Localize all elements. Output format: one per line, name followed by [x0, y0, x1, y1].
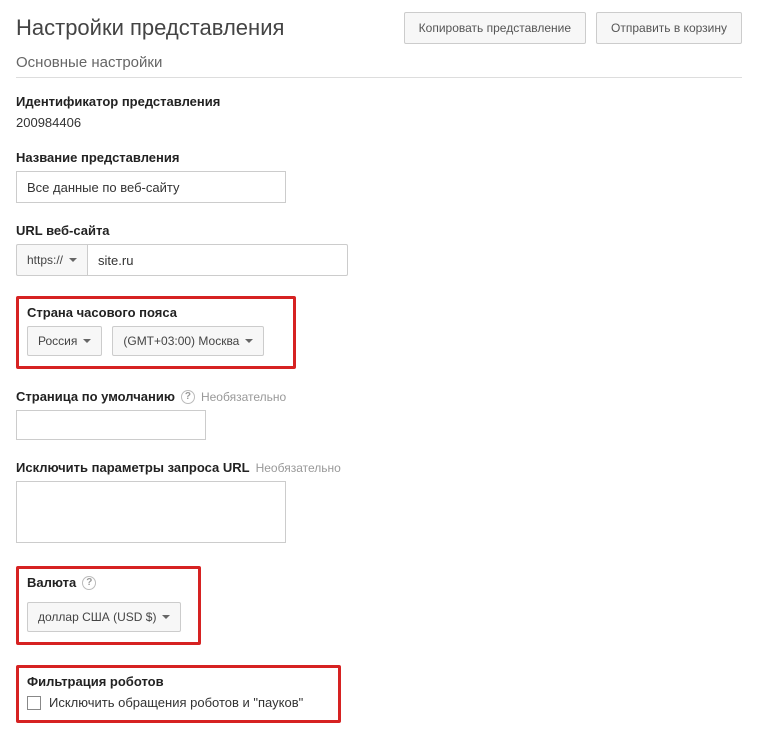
- timezone-dropdown[interactable]: (GMT+03:00) Москва: [112, 326, 264, 356]
- field-default-page: Страница по умолчанию ? Необязательно: [16, 389, 742, 440]
- input-view-name[interactable]: [16, 171, 286, 203]
- help-icon[interactable]: ?: [82, 576, 96, 590]
- field-exclude-params: Исключить параметры запроса URL Необязат…: [16, 460, 742, 546]
- robots-checkbox[interactable]: [27, 696, 41, 710]
- field-view-id: Идентификатор представления 200984406: [16, 94, 742, 130]
- field-timezone: Страна часового пояса Россия (GMT+03:00)…: [16, 296, 742, 369]
- field-website-url: URL веб-сайта https://: [16, 223, 742, 276]
- page-title: Настройки представления: [16, 15, 284, 41]
- highlight-robots: Фильтрация роботов Исключить обращения р…: [16, 665, 341, 723]
- chevron-down-icon: [69, 258, 77, 262]
- field-currency: Валюта ? доллар США (USD $): [16, 566, 742, 645]
- highlight-currency: Валюта ? доллар США (USD $): [16, 566, 201, 645]
- timezone-dropdown-label: (GMT+03:00) Москва: [123, 334, 239, 348]
- move-to-trash-button[interactable]: Отправить в корзину: [596, 12, 742, 44]
- input-website-host[interactable]: [88, 244, 348, 276]
- input-default-page[interactable]: [16, 410, 206, 440]
- country-dropdown[interactable]: Россия: [27, 326, 102, 356]
- label-default-page: Страница по умолчанию ? Необязательно: [16, 389, 742, 404]
- currency-dropdown-label: доллар США (USD $): [38, 610, 156, 624]
- chevron-down-icon: [245, 339, 253, 343]
- label-robots: Фильтрация роботов: [27, 674, 330, 689]
- label-view-name: Название представления: [16, 150, 742, 165]
- chevron-down-icon: [162, 615, 170, 619]
- label-currency-text: Валюта: [27, 575, 76, 590]
- currency-dropdown[interactable]: доллар США (USD $): [27, 602, 181, 632]
- label-currency: Валюта ?: [27, 575, 190, 590]
- protocol-dropdown-label: https://: [27, 253, 63, 267]
- copy-view-button[interactable]: Копировать представление: [404, 12, 586, 44]
- robots-checkbox-label: Исключить обращения роботов и "пауков": [49, 695, 303, 710]
- label-exclude-params: Исключить параметры запроса URL Необязат…: [16, 460, 742, 475]
- label-exclude-params-text: Исключить параметры запроса URL: [16, 460, 250, 475]
- field-view-name: Название представления: [16, 150, 742, 203]
- page-header: Настройки представления Копировать предс…: [16, 12, 742, 44]
- section-heading-basic: Основные настройки: [16, 54, 742, 78]
- label-default-page-text: Страница по умолчанию: [16, 389, 175, 404]
- help-icon[interactable]: ?: [181, 390, 195, 404]
- field-robots: Фильтрация роботов Исключить обращения р…: [16, 665, 742, 723]
- country-dropdown-label: Россия: [38, 334, 77, 348]
- label-timezone: Страна часового пояса: [27, 305, 285, 320]
- optional-text: Необязательно: [201, 390, 286, 404]
- highlight-timezone: Страна часового пояса Россия (GMT+03:00)…: [16, 296, 296, 369]
- label-website-url: URL веб-сайта: [16, 223, 742, 238]
- header-buttons: Копировать представление Отправить в кор…: [404, 12, 742, 44]
- protocol-dropdown[interactable]: https://: [16, 244, 88, 276]
- value-view-id: 200984406: [16, 115, 742, 130]
- chevron-down-icon: [83, 339, 91, 343]
- optional-text: Необязательно: [256, 461, 341, 475]
- label-view-id: Идентификатор представления: [16, 94, 742, 109]
- textarea-exclude-params[interactable]: [16, 481, 286, 543]
